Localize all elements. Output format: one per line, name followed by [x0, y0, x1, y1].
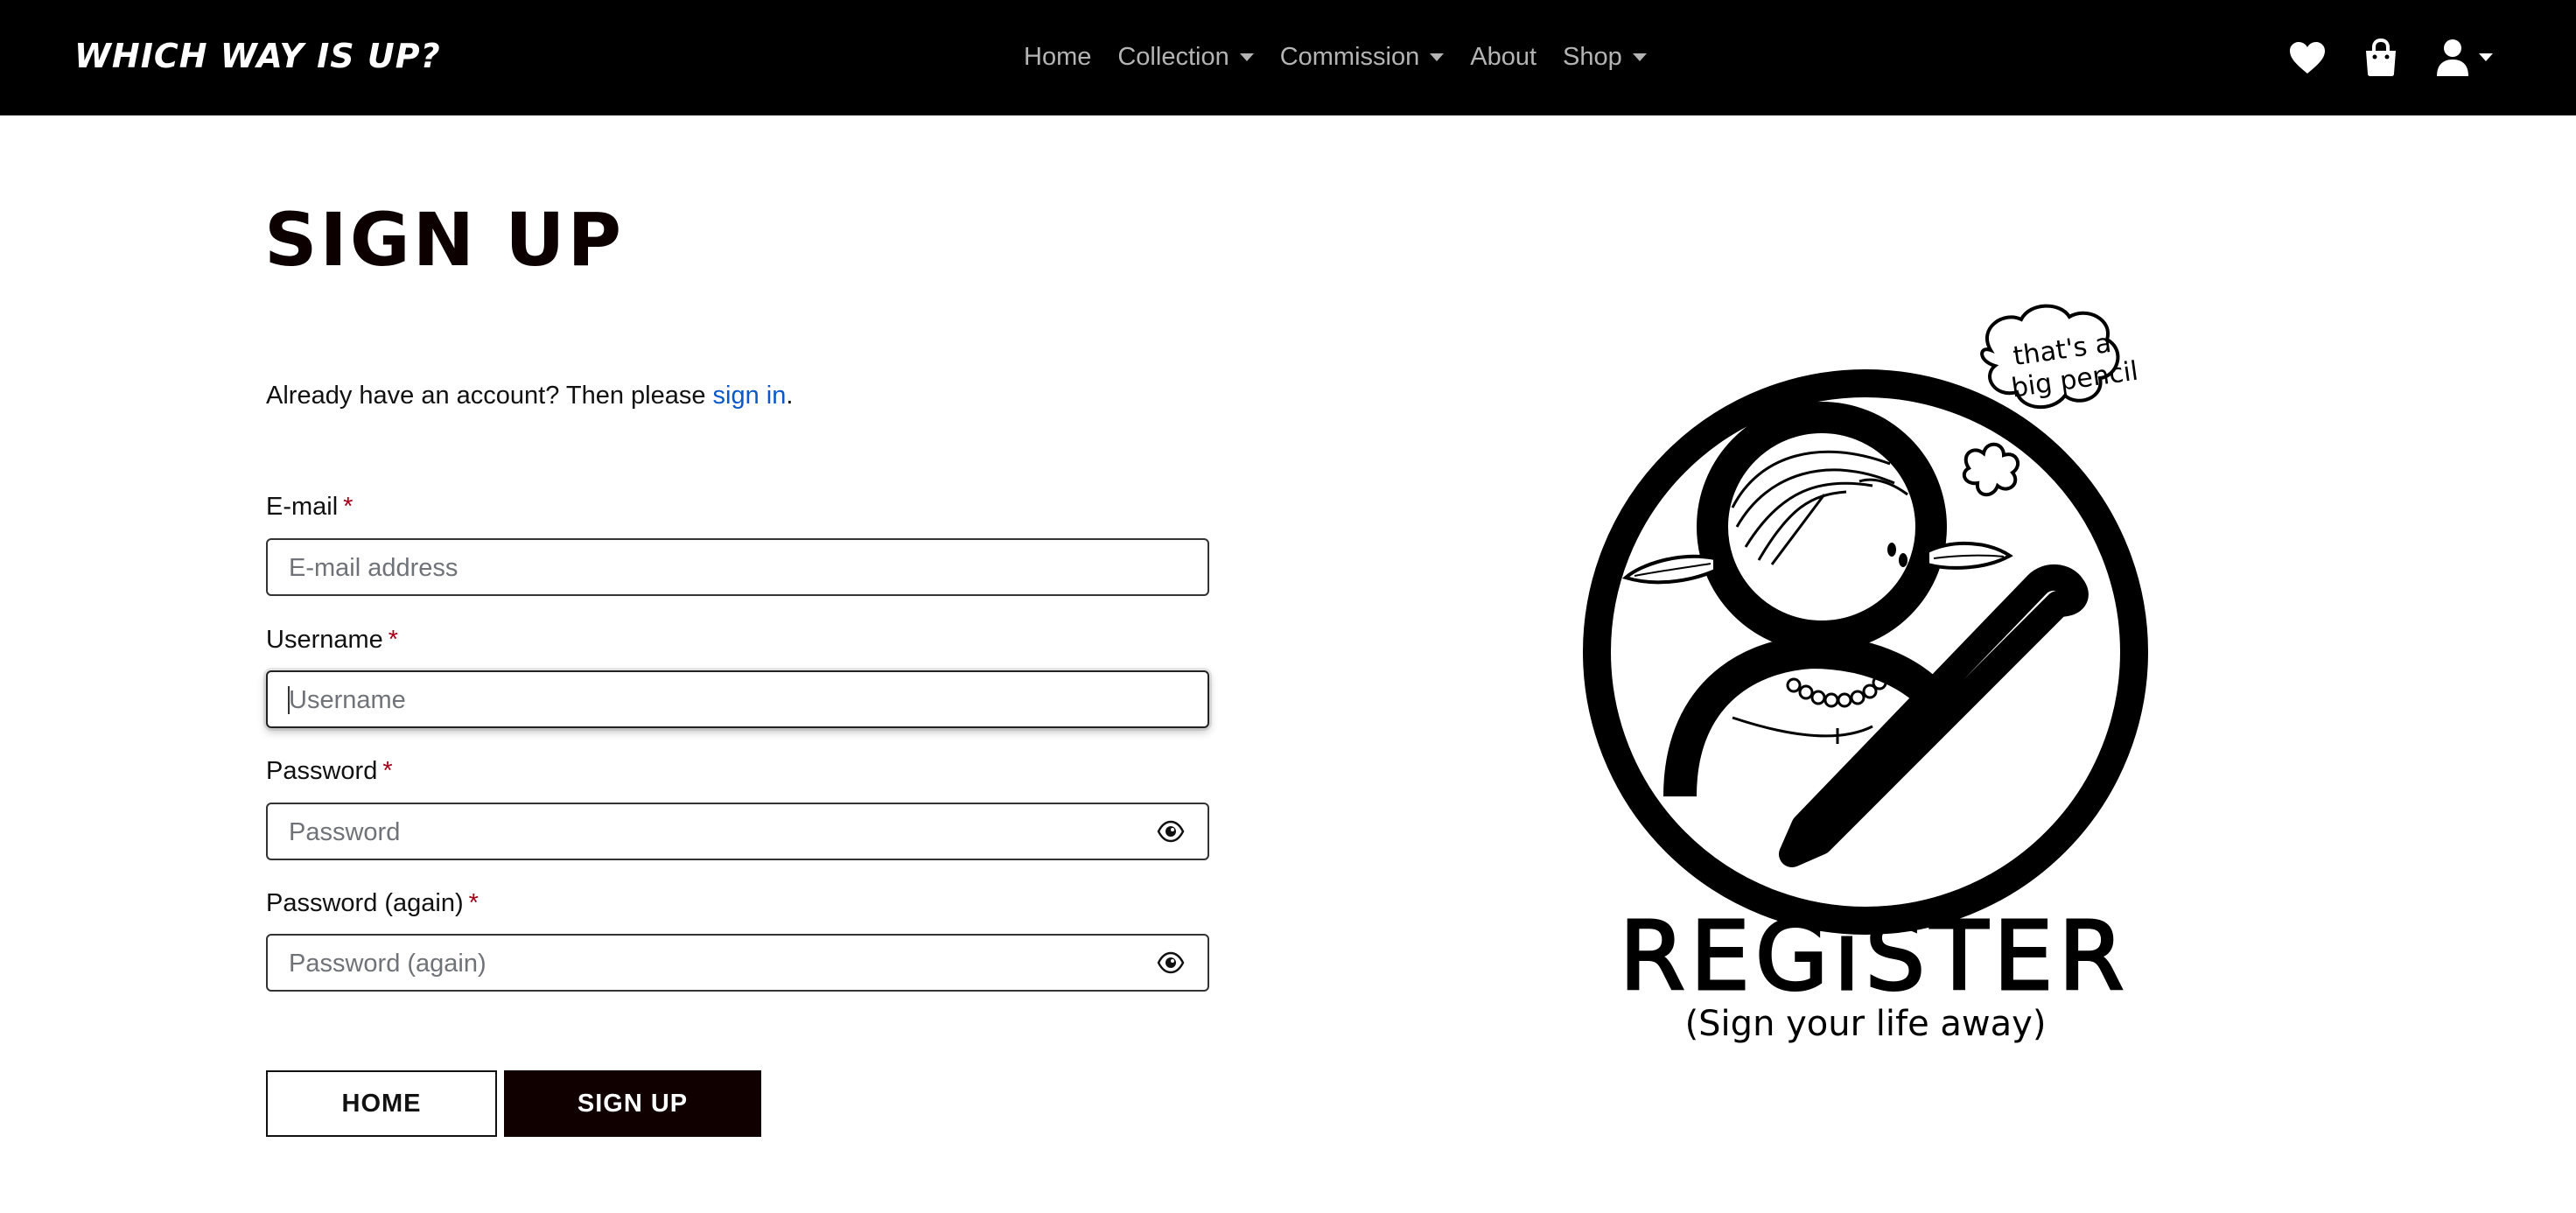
- password-input[interactable]: [287, 804, 1148, 860]
- username-field-box: [266, 670, 1209, 728]
- user-icon: [2437, 39, 2468, 76]
- eye-icon[interactable]: [1157, 820, 1185, 843]
- signin-prompt-text: Already have an account? Then please: [266, 382, 713, 410]
- password-label: Password *: [266, 757, 393, 786]
- account-dropdown[interactable]: [2435, 39, 2493, 77]
- username-label-text: Username: [266, 626, 383, 654]
- signin-link[interactable]: sign in: [713, 382, 787, 410]
- signup-button[interactable]: SIGN UP: [504, 1070, 761, 1137]
- heart-icon: [2290, 41, 2325, 74]
- nav-commission-dropdown[interactable]: Commission: [1280, 43, 1445, 72]
- home-button[interactable]: HOME: [266, 1070, 497, 1137]
- speech-bubble: that's a big pencil: [1980, 304, 2140, 410]
- nav-about[interactable]: About: [1470, 43, 1536, 72]
- register-illustration: that's a big pencil REGiSTER (Sign your …: [1583, 304, 2148, 1044]
- caret-down-icon: [1430, 53, 1445, 61]
- nav-shop-label: Shop: [1563, 43, 1622, 71]
- signin-prompt: Already have an account? Then please sig…: [266, 382, 793, 410]
- required-mark: *: [468, 889, 479, 917]
- required-mark: *: [382, 757, 393, 785]
- cart-button[interactable]: [2363, 38, 2398, 77]
- password-label-text: Password: [266, 757, 378, 785]
- caret-down-icon: [2479, 53, 2493, 61]
- register-text: REGiSTER: [1620, 902, 2130, 1012]
- nav-links: Home Collection Commission About Shop: [1024, 0, 1673, 115]
- nav-shop-dropdown[interactable]: Shop: [1563, 43, 1647, 72]
- email-field-box: [266, 538, 1209, 596]
- navbar: WHICH WAY IS UP? Home Collection Commiss…: [0, 0, 2576, 116]
- nav-home[interactable]: Home: [1024, 43, 1091, 72]
- register-subtitle: (Sign your life away): [1685, 1004, 2047, 1044]
- username-label: Username *: [266, 626, 398, 655]
- password2-input[interactable]: [287, 936, 1148, 992]
- nav-icons: [2251, 0, 2493, 115]
- nav-about-label: About: [1470, 43, 1537, 71]
- shopping-bag-icon: [2366, 38, 2396, 76]
- nav-home-label: Home: [1024, 43, 1092, 71]
- username-input[interactable]: [287, 672, 1148, 728]
- password2-label: Password (again) *: [266, 889, 479, 918]
- password2-label-text: Password (again): [266, 889, 464, 917]
- page-title: SIGN UP: [264, 197, 625, 283]
- eye-icon[interactable]: [1157, 951, 1185, 974]
- password-field-box: [266, 803, 1209, 860]
- email-input[interactable]: [287, 540, 1148, 596]
- required-mark: *: [343, 493, 354, 521]
- email-label-text: E-mail: [266, 493, 339, 521]
- text-cursor: [288, 686, 290, 714]
- signin-prompt-end: .: [786, 382, 794, 410]
- flower-doodle: [1962, 442, 2020, 497]
- wishlist-button[interactable]: [2288, 40, 2327, 75]
- caret-down-icon: [1239, 53, 1254, 61]
- required-mark: *: [388, 626, 399, 654]
- nav-collection-dropdown[interactable]: Collection: [1117, 43, 1254, 72]
- brand-logo[interactable]: WHICH WAY IS UP?: [74, 37, 441, 75]
- nav-commission-label: Commission: [1279, 43, 1420, 71]
- nav-collection-label: Collection: [1117, 43, 1229, 71]
- caret-down-icon: [1632, 53, 1647, 61]
- password2-field-box: [266, 934, 1209, 992]
- email-label: E-mail *: [266, 493, 353, 522]
